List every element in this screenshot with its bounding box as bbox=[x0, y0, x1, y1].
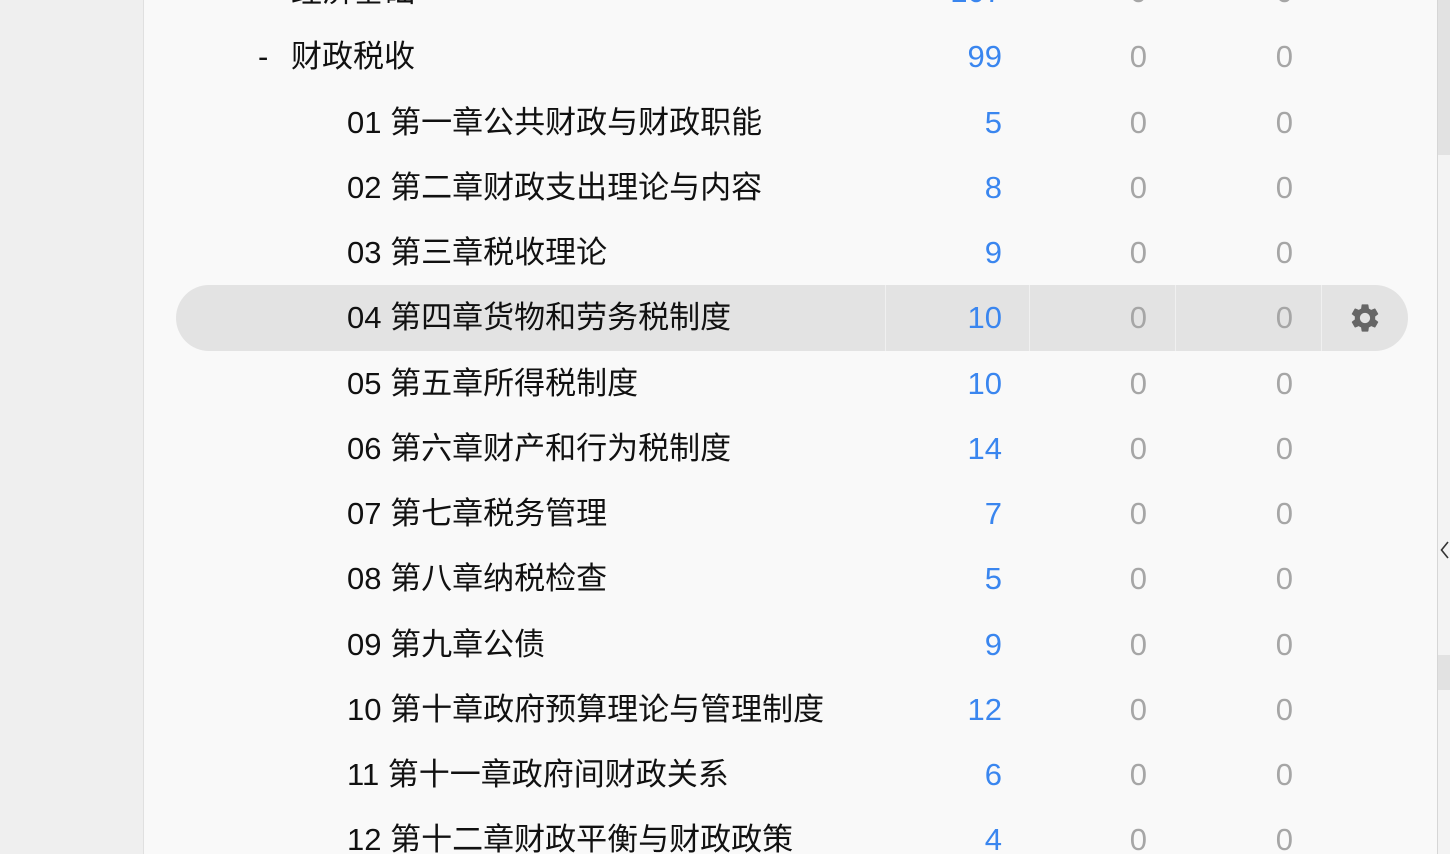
deck-options-button[interactable] bbox=[1321, 285, 1408, 350]
learn-count: 0 bbox=[1275, 757, 1293, 793]
new-count: 0 bbox=[1029, 0, 1147, 24]
new-count: 0 bbox=[1129, 365, 1147, 401]
learn-count: 0 bbox=[1275, 430, 1293, 466]
deck-row[interactable]: 10 第十章政府预算理论与管理制度 12 0 0 bbox=[176, 677, 1408, 742]
learn-count: 0 bbox=[1275, 104, 1293, 140]
deck-name[interactable]: 财政税收 bbox=[291, 24, 851, 89]
new-count: 0 bbox=[1129, 169, 1147, 205]
deck-name[interactable]: 11 第十一章政府间财政关系 bbox=[347, 742, 877, 807]
new-count: 0 bbox=[1129, 300, 1147, 336]
learn-count: 0 bbox=[1275, 626, 1293, 662]
new-count: 0 bbox=[1129, 104, 1147, 140]
due-count: 9 bbox=[984, 235, 1002, 271]
deck-row[interactable]: 02 第二章财政支出理论与内容 8 0 0 bbox=[176, 155, 1408, 220]
new-count: 0 bbox=[1129, 822, 1147, 854]
due-count: 6 bbox=[984, 757, 1002, 793]
due-count: 12 bbox=[967, 691, 1002, 727]
new-count: 0 bbox=[1129, 757, 1147, 793]
learn-count: 0 bbox=[1275, 496, 1293, 532]
deck-name[interactable]: 10 第十章政府预算理论与管理制度 bbox=[347, 677, 877, 742]
due-count: 14 bbox=[967, 430, 1002, 466]
collapse-toggle[interactable]: - bbox=[258, 24, 278, 89]
learn-count: 0 bbox=[1275, 365, 1293, 401]
due-count: 99 bbox=[967, 39, 1002, 75]
side-panel-edge bbox=[1438, 0, 1450, 854]
deck-name[interactable]: 06 第六章财产和行为税制度 bbox=[347, 416, 877, 481]
deck-row[interactable]: 05 第五章所得税制度 10 0 0 bbox=[176, 351, 1408, 416]
deck-row-selected[interactable]: 04 第四章货物和劳务税制度 10 0 0 bbox=[176, 285, 1408, 351]
due-count: 107 bbox=[885, 0, 1002, 24]
gear-icon[interactable] bbox=[1348, 301, 1382, 335]
new-count: 0 bbox=[1129, 430, 1147, 466]
due-count: 5 bbox=[984, 104, 1002, 140]
due-count: 10 bbox=[967, 365, 1002, 401]
due-count: 10 bbox=[967, 300, 1002, 336]
deck-name[interactable]: 04 第四章货物和劳务税制度 bbox=[347, 285, 877, 350]
deck-name[interactable]: 02 第二章财政支出理论与内容 bbox=[347, 155, 877, 220]
deck-row[interactable]: 03 第三章税收理论 9 0 0 bbox=[176, 220, 1408, 285]
new-count: 0 bbox=[1129, 626, 1147, 662]
learn-count: 0 bbox=[1275, 561, 1293, 597]
left-gutter bbox=[0, 0, 143, 854]
new-count: 0 bbox=[1129, 496, 1147, 532]
chevron-left-icon[interactable] bbox=[1440, 541, 1449, 559]
deck-row[interactable]: 06 第六章财产和行为税制度 14 0 0 bbox=[176, 416, 1408, 481]
deck-name[interactable]: 12 第十二章财政平衡与财政政策 bbox=[347, 807, 877, 854]
deck-name[interactable]: 09 第九章公债 bbox=[347, 612, 877, 677]
deck-name[interactable]: 07 第七章税务管理 bbox=[347, 481, 877, 546]
learn-count: 0 bbox=[1275, 235, 1293, 271]
deck-row[interactable]: 09 第九章公债 9 0 0 bbox=[176, 612, 1408, 677]
due-count: 7 bbox=[984, 496, 1002, 532]
edge-shade bbox=[1438, 0, 1450, 155]
due-count: 4 bbox=[984, 822, 1002, 854]
new-count: 0 bbox=[1129, 691, 1147, 727]
learn-count: 0 bbox=[1275, 39, 1293, 75]
deck-row[interactable]: 08 第八章纳税检查 5 0 0 bbox=[176, 546, 1408, 611]
due-count: 5 bbox=[984, 561, 1002, 597]
learn-count: 0 bbox=[1175, 0, 1293, 24]
new-count: 0 bbox=[1129, 235, 1147, 271]
deck-row[interactable]: 11 第十一章政府间财政关系 6 0 0 bbox=[176, 742, 1408, 807]
deck-row[interactable]: 07 第七章税务管理 7 0 0 bbox=[176, 481, 1408, 546]
deck-row[interactable]: - 财政税收 99 0 0 bbox=[176, 24, 1408, 89]
learn-count: 0 bbox=[1275, 691, 1293, 727]
deck-list: - 经济基础 107 0 0 - 财政税收 99 0 0 01 第一章公共财政与… bbox=[176, 0, 1408, 854]
learn-count: 0 bbox=[1275, 169, 1293, 205]
deck-row[interactable]: - 经济基础 107 0 0 bbox=[176, 0, 1408, 24]
due-count: 8 bbox=[984, 169, 1002, 205]
due-count: 9 bbox=[984, 626, 1002, 662]
edge-shade bbox=[1438, 655, 1450, 690]
deck-name[interactable]: 经济基础 bbox=[291, 0, 851, 24]
learn-count: 0 bbox=[1275, 822, 1293, 854]
deck-name[interactable]: 01 第一章公共财政与财政职能 bbox=[347, 90, 877, 155]
deck-row[interactable]: 12 第十二章财政平衡与财政政策 4 0 0 bbox=[176, 807, 1408, 854]
deck-name[interactable]: 05 第五章所得税制度 bbox=[347, 351, 877, 416]
learn-count: 0 bbox=[1275, 300, 1293, 336]
new-count: 0 bbox=[1129, 561, 1147, 597]
collapse-toggle[interactable]: - bbox=[258, 0, 278, 24]
deck-name[interactable]: 08 第八章纳税检查 bbox=[347, 546, 877, 611]
deck-name[interactable]: 03 第三章税收理论 bbox=[347, 220, 877, 285]
new-count: 0 bbox=[1129, 39, 1147, 75]
deck-list-panel: - 经济基础 107 0 0 - 财政税收 99 0 0 01 第一章公共财政与… bbox=[143, 0, 1438, 854]
deck-row[interactable]: 01 第一章公共财政与财政职能 5 0 0 bbox=[176, 90, 1408, 155]
